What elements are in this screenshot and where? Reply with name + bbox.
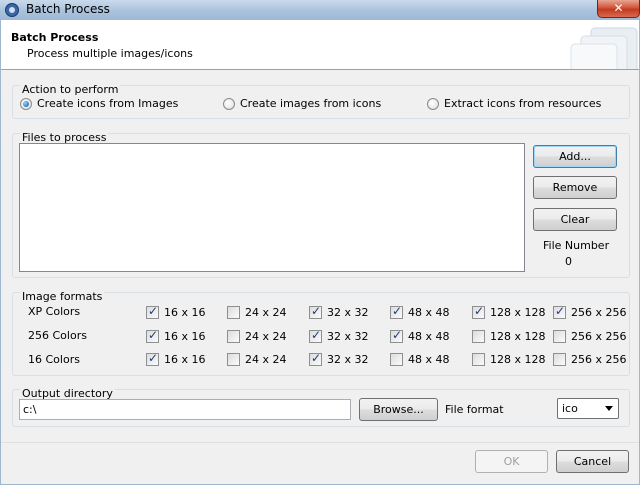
add-button[interactable]: Add...	[533, 145, 617, 168]
app-icon	[5, 3, 19, 17]
radio-create-images-from-icons[interactable]: Create images from icons	[223, 97, 381, 110]
radio-create-icons-from-images[interactable]: Create icons from Images	[20, 97, 178, 110]
checkbox-box[interactable]	[309, 351, 322, 366]
batch-process-window: Batch Process ✕ Batch Process Process mu…	[0, 0, 640, 485]
checkbox-label: 24 x 24	[245, 353, 287, 366]
stacked-pages-icon	[570, 27, 638, 69]
checkbox-box[interactable]	[146, 351, 159, 366]
file-format-value: ico	[562, 402, 578, 415]
checkbox-256c-256[interactable]: 256 x 256	[553, 330, 627, 343]
radio-label: Extract icons from resources	[444, 97, 602, 110]
radio-extract-icons-from-resources[interactable]: Extract icons from resources	[427, 97, 601, 110]
checkbox-box[interactable]	[227, 330, 240, 343]
checkbox-label: 16 x 16	[164, 306, 206, 319]
footer-separator	[1, 442, 639, 443]
checkbox-16c-16[interactable]: 16 x 16	[146, 351, 206, 366]
clear-button[interactable]: Clear	[533, 208, 617, 231]
checkbox-label: 32 x 32	[327, 306, 369, 319]
checkbox-16c-48[interactable]: 48 x 48	[390, 353, 450, 366]
checkbox-label: 16 x 16	[164, 353, 206, 366]
file-format-label: File format	[445, 403, 504, 416]
checkbox-256c-128[interactable]: 128 x 128	[472, 330, 546, 343]
title-bar[interactable]: Batch Process ✕	[0, 0, 640, 20]
checkbox-box[interactable]	[390, 304, 403, 319]
checkbox-label: 48 x 48	[408, 353, 450, 366]
checkbox-label: 16 x 16	[164, 330, 206, 343]
checkbox-xp-16[interactable]: 16 x 16	[146, 304, 206, 319]
close-icon: ✕	[613, 1, 624, 15]
checkbox-label: 32 x 32	[327, 330, 369, 343]
radio-button-selected[interactable]	[20, 97, 32, 110]
file-number-label: File Number	[543, 239, 610, 252]
window-title: Batch Process	[26, 2, 110, 16]
radio-label: Create icons from Images	[37, 97, 179, 110]
image-formats-group-label: Image formats	[20, 290, 105, 303]
ok-button[interactable]: OK	[475, 450, 548, 473]
checkbox-16c-256[interactable]: 256 x 256	[553, 353, 627, 366]
checkbox-box[interactable]	[472, 330, 485, 343]
checkbox-256c-16[interactable]: 16 x 16	[146, 328, 206, 343]
checkbox-box[interactable]	[146, 304, 159, 319]
checkbox-label: 128 x 128	[490, 330, 546, 343]
cancel-button[interactable]: Cancel	[556, 450, 629, 473]
checkbox-label: 48 x 48	[408, 306, 450, 319]
checkbox-xp-48[interactable]: 48 x 48	[390, 304, 450, 319]
checkbox-box[interactable]	[309, 304, 322, 319]
radio-button[interactable]	[223, 97, 235, 110]
checkbox-box[interactable]	[553, 353, 566, 366]
checkbox-256c-48[interactable]: 48 x 48	[390, 328, 450, 343]
checkbox-box[interactable]	[227, 306, 240, 319]
header-subtitle: Process multiple images/icons	[27, 47, 193, 60]
checkbox-box[interactable]	[553, 304, 566, 319]
checkbox-box[interactable]	[146, 328, 159, 343]
checkbox-box[interactable]	[227, 353, 240, 366]
checkbox-label: 128 x 128	[490, 353, 546, 366]
action-group-label: Action to perform	[20, 83, 121, 96]
file-format-select[interactable]: ico	[557, 398, 619, 419]
checkbox-label: 256 x 256	[571, 306, 627, 319]
row-label-256-colors: 256 Colors	[28, 329, 87, 342]
dialog-body: Action to perform Create icons from Imag…	[1, 70, 639, 484]
row-label-xp-colors: XP Colors	[28, 305, 81, 318]
checkbox-xp-24[interactable]: 24 x 24	[227, 306, 287, 319]
checkbox-box[interactable]	[390, 328, 403, 343]
checkbox-label: 24 x 24	[245, 330, 287, 343]
dialog-header: Batch Process Process multiple images/ic…	[1, 20, 639, 70]
checkbox-label: 128 x 128	[490, 306, 546, 319]
checkbox-256c-24[interactable]: 24 x 24	[227, 330, 287, 343]
checkbox-256c-32[interactable]: 32 x 32	[309, 328, 369, 343]
checkbox-xp-32[interactable]: 32 x 32	[309, 304, 369, 319]
checkbox-box[interactable]	[390, 353, 403, 366]
close-button[interactable]: ✕	[597, 0, 640, 18]
checkbox-label: 24 x 24	[245, 306, 287, 319]
checkbox-box[interactable]	[472, 304, 485, 319]
checkbox-label: 256 x 256	[571, 330, 627, 343]
checkbox-box[interactable]	[309, 328, 322, 343]
file-number-value: 0	[565, 255, 572, 268]
radio-button[interactable]	[427, 97, 439, 110]
browse-button[interactable]: Browse...	[359, 398, 438, 421]
checkbox-16c-128[interactable]: 128 x 128	[472, 353, 546, 366]
header-title: Batch Process	[11, 31, 99, 44]
output-directory-field[interactable]: c:\	[19, 399, 351, 420]
checkbox-label: 32 x 32	[327, 353, 369, 366]
radio-label: Create images from icons	[240, 97, 382, 110]
checkbox-xp-128[interactable]: 128 x 128	[472, 304, 546, 319]
checkbox-box[interactable]	[472, 353, 485, 366]
files-listbox[interactable]	[19, 143, 525, 272]
checkbox-16c-32[interactable]: 32 x 32	[309, 351, 369, 366]
checkbox-box[interactable]	[553, 330, 566, 343]
row-label-16-colors: 16 Colors	[28, 353, 80, 366]
remove-button[interactable]: Remove	[533, 176, 617, 199]
checkbox-xp-256[interactable]: 256 x 256	[553, 304, 627, 319]
checkbox-label: 48 x 48	[408, 330, 450, 343]
checkbox-16c-24[interactable]: 24 x 24	[227, 353, 287, 366]
checkbox-label: 256 x 256	[571, 353, 627, 366]
dropdown-arrow-icon	[605, 406, 613, 411]
